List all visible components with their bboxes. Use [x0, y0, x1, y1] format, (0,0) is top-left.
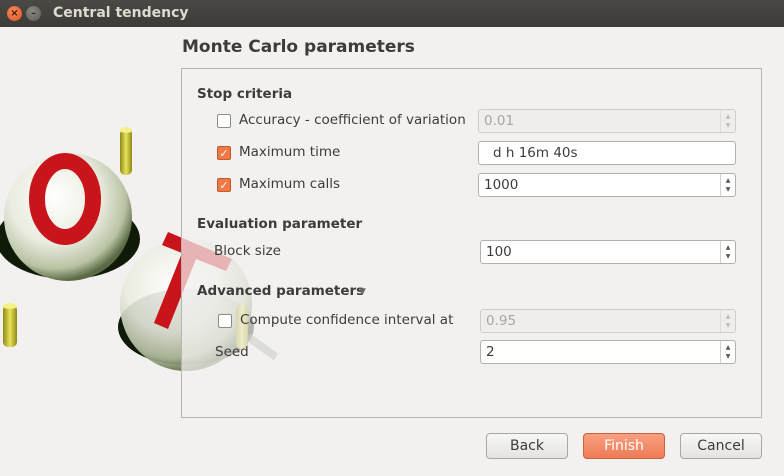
seed-value: 2 — [486, 344, 495, 360]
back-button[interactable]: Back — [486, 433, 568, 459]
spin-up-icon[interactable]: ▲ — [726, 112, 731, 121]
block-size-label: Block size — [214, 243, 281, 259]
spin-down-icon[interactable]: ▼ — [726, 252, 731, 261]
triangle-down-icon[interactable]: ▼ — [359, 287, 366, 297]
spin-up-icon[interactable]: ▲ — [726, 312, 731, 321]
advanced-parameters-toggle[interactable]: Advanced parameters — [197, 283, 364, 299]
accuracy-label: Accuracy - coefficient of variation — [239, 112, 466, 128]
spin-down-icon[interactable]: ▼ — [726, 185, 731, 194]
confidence-interval-label: Compute confidence interval at — [240, 312, 454, 328]
seed-label: Seed — [215, 344, 249, 360]
stop-criteria-heading: Stop criteria — [197, 86, 293, 102]
seed-spinner[interactable]: ▲ ▼ — [720, 341, 735, 363]
maximum-calls-label: Maximum calls — [239, 176, 341, 192]
confidence-interval-value: 0.95 — [486, 313, 517, 329]
cancel-button[interactable]: Cancel — [680, 433, 762, 459]
evaluation-parameter-heading: Evaluation parameter — [197, 216, 363, 232]
maximum-calls-checkbox[interactable]: ✓ — [217, 178, 231, 192]
block-size-value: 100 — [486, 244, 512, 260]
maximum-time-label: Maximum time — [239, 144, 341, 160]
maximum-calls-spinbox[interactable]: 1000 ▲ ▼ — [478, 173, 736, 197]
block-size-spinner[interactable]: ▲ ▼ — [720, 241, 735, 263]
spin-up-icon[interactable]: ▲ — [726, 243, 731, 252]
spin-down-icon[interactable]: ▼ — [726, 352, 731, 361]
maximum-time-value: d h 16m 40s — [493, 145, 578, 161]
accuracy-checkbox[interactable] — [217, 114, 231, 128]
spin-up-icon[interactable]: ▲ — [726, 343, 731, 352]
maximum-calls-value: 1000 — [484, 177, 519, 193]
maximum-time-checkbox[interactable]: ✓ — [217, 146, 231, 160]
window-titlebar: × – Central tendency — [0, 0, 784, 27]
checkmark-icon: ✓ — [219, 146, 229, 160]
page-title: Monte Carlo parameters — [182, 37, 415, 57]
block-size-spinbox[interactable]: 100 ▲ ▼ — [480, 240, 736, 264]
confidence-interval-checkbox[interactable] — [218, 314, 232, 328]
seed-spinbox[interactable]: 2 ▲ ▼ — [480, 340, 736, 364]
spin-down-icon[interactable]: ▼ — [726, 121, 731, 130]
close-icon[interactable]: × — [7, 6, 22, 21]
maximum-time-input[interactable]: d h 16m 40s — [478, 141, 736, 165]
minimize-icon[interactable]: – — [26, 6, 41, 21]
maximum-calls-spinner[interactable]: ▲ ▼ — [720, 174, 735, 196]
spin-up-icon[interactable]: ▲ — [726, 176, 731, 185]
confidence-interval-spinner[interactable]: ▲ ▼ — [720, 310, 735, 332]
accuracy-spinner[interactable]: ▲ ▼ — [720, 110, 735, 132]
spin-down-icon[interactable]: ▼ — [726, 321, 731, 330]
checkmark-icon: ✓ — [219, 178, 229, 192]
window-title: Central tendency — [53, 5, 189, 21]
accuracy-value: 0.01 — [484, 113, 515, 129]
accuracy-spinbox[interactable]: 0.01 ▲ ▼ — [478, 109, 736, 133]
confidence-interval-spinbox[interactable]: 0.95 ▲ ▼ — [480, 309, 736, 333]
finish-button[interactable]: Finish — [583, 433, 665, 459]
